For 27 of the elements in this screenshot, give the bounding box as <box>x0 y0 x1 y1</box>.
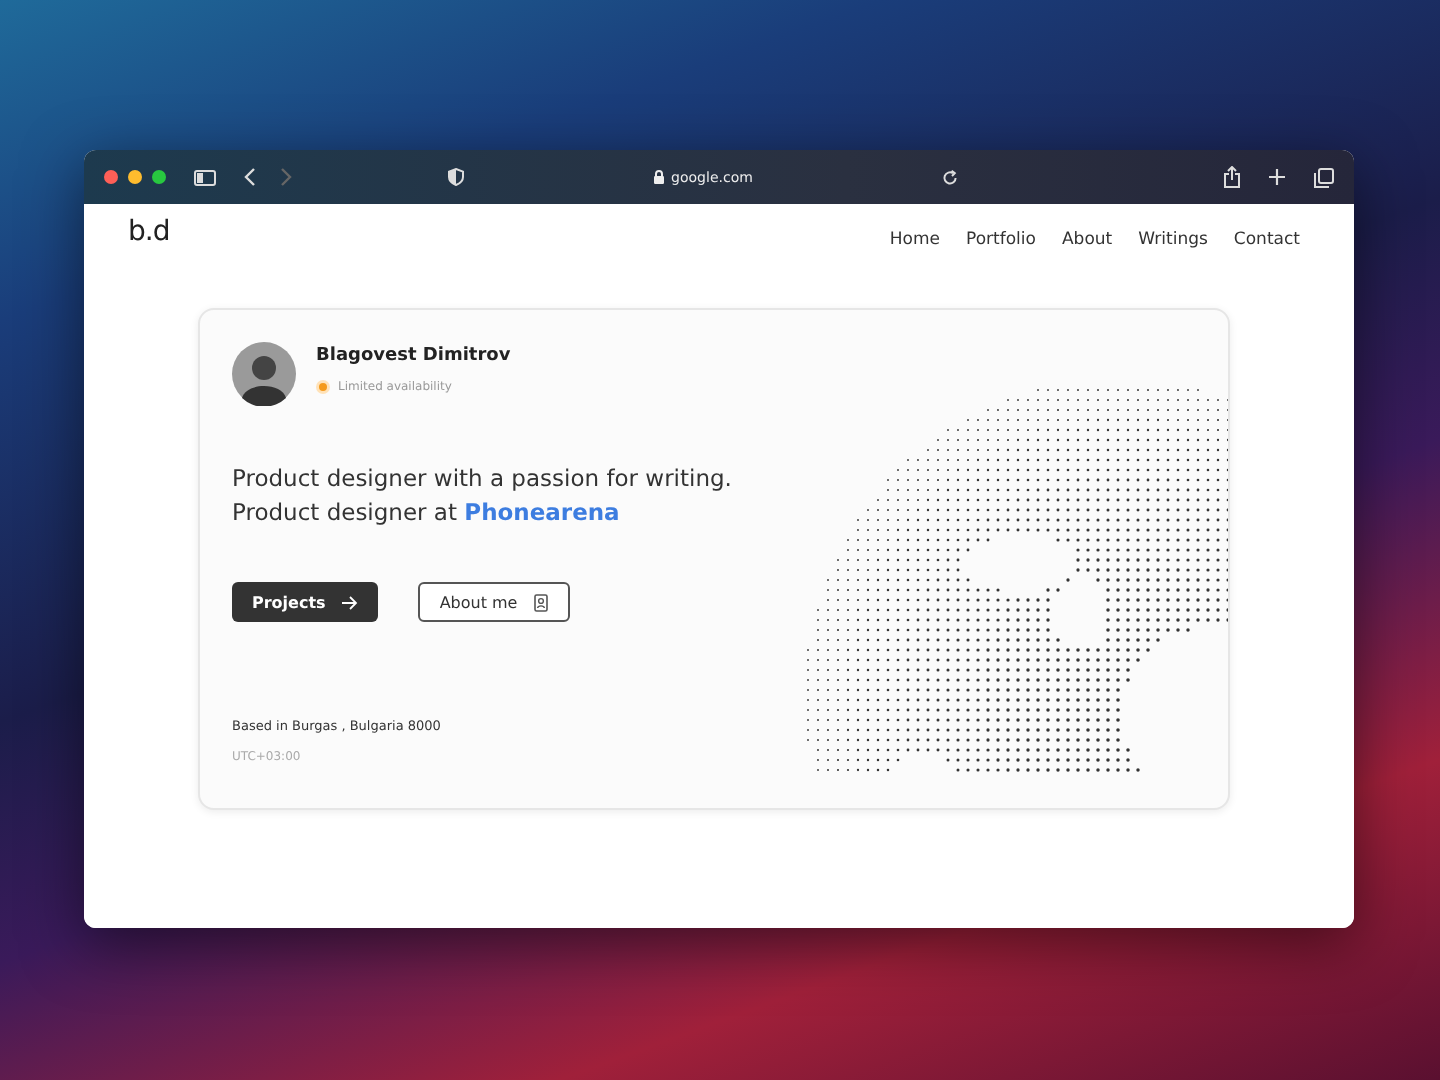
lock-icon <box>653 170 664 184</box>
reload-icon[interactable] <box>942 169 958 185</box>
sidebar-icon[interactable] <box>194 169 216 185</box>
nav-link[interactable]: Contact <box>1233 230 1300 250</box>
profile-name: Blagovest Dimitrov <box>316 346 511 366</box>
nav-link[interactable]: Writings <box>1138 230 1208 250</box>
arrow-right-icon <box>341 595 358 609</box>
about-me-button[interactable]: About me <box>417 582 570 622</box>
nav-link[interactable]: Home <box>889 230 941 250</box>
contact-card-icon <box>533 593 548 611</box>
new-tab-icon[interactable] <box>1268 168 1286 186</box>
avatar-silhouette-icon <box>232 342 296 406</box>
site-logo[interactable]: b.d <box>128 216 890 248</box>
projects-button[interactable]: Projects <box>232 582 378 622</box>
back-icon[interactable] <box>244 168 256 186</box>
role-text: Product designer at <box>232 498 457 526</box>
company-link[interactable]: Phonearena <box>464 498 620 526</box>
shield-icon[interactable] <box>448 168 464 186</box>
minimize-window-icon[interactable] <box>128 170 142 184</box>
share-icon[interactable] <box>1224 166 1240 188</box>
nav-link[interactable]: About <box>1061 230 1113 250</box>
status-dot-icon <box>316 380 330 394</box>
close-window-icon[interactable] <box>104 170 118 184</box>
zoom-window-icon[interactable] <box>152 170 166 184</box>
tabs-overview-icon[interactable] <box>1314 167 1334 187</box>
nav-link[interactable]: Portfolio <box>966 230 1036 250</box>
headline-text: Product designer with a passion for writing. <box>232 462 734 496</box>
